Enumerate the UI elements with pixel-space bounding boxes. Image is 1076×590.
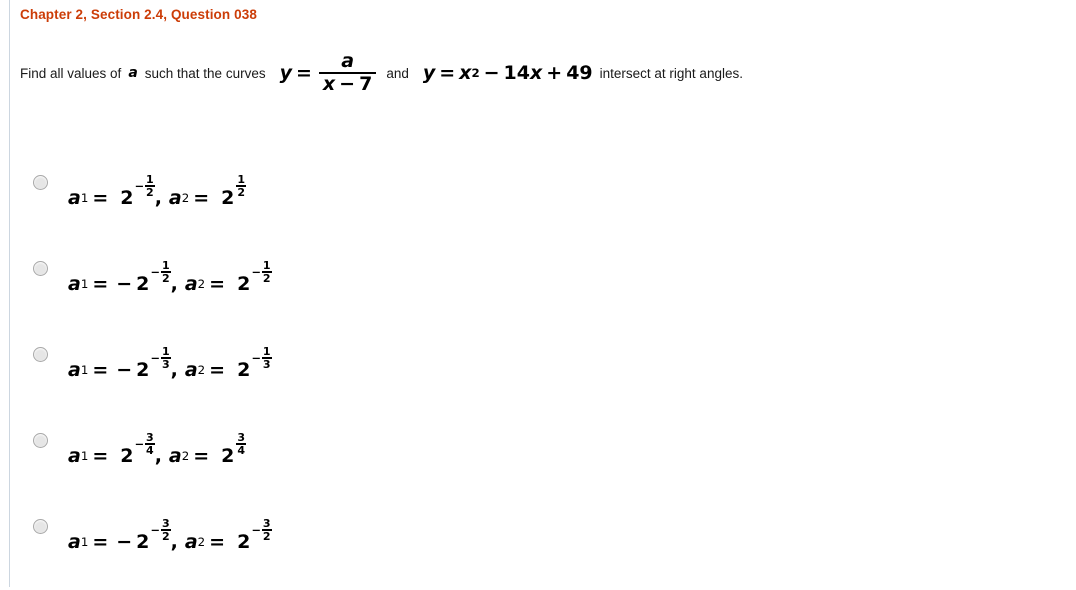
- prompt-conjunction: and: [386, 65, 409, 81]
- prompt-lead: Find all values of: [20, 65, 122, 81]
- option-2-math: a1 = −2−1 2 , a2 = 2−1 2: [68, 259, 272, 295]
- radio-button-option-2[interactable]: [33, 261, 48, 276]
- option-row[interactable]: a1 = −2−1 2 , a2 = 2−1 2: [20, 246, 1000, 332]
- option-4-math: a1 = 2−3 4 , a2 = 234: [68, 431, 247, 467]
- equation-one: y = a x −7: [280, 52, 380, 94]
- left-divider: [9, 0, 10, 587]
- fraction-denominator: x −7: [322, 73, 373, 95]
- question-prompt: Find all values of a such that the curve…: [20, 52, 743, 94]
- prompt-tail: intersect at right angles.: [599, 65, 743, 81]
- prompt-variable: a: [128, 65, 138, 81]
- option-row[interactable]: a1 = 2−1 2 , a2 = 212: [20, 160, 1000, 246]
- radio-button-option-5[interactable]: [33, 519, 48, 534]
- option-row[interactable]: a1 = −2−1 3 , a2 = 2−1 3: [20, 332, 1000, 418]
- page-title: Chapter 2, Section 2.4, Question 038: [20, 7, 257, 22]
- fraction-a-over-x-minus-7: a x −7: [318, 50, 377, 95]
- option-5-math: a1 = −2−3 2 , a2 = 2−3 2: [68, 517, 272, 553]
- radio-button-option-4[interactable]: [33, 433, 48, 448]
- radio-button-option-3[interactable]: [33, 347, 48, 362]
- radio-button-option-1[interactable]: [33, 175, 48, 190]
- equation-two: y = x2 − 14 x + 49: [422, 62, 593, 84]
- answer-options: a1 = 2−1 2 , a2 = 212 a1 = −2−1 2 , a2 = 2…: [20, 160, 1000, 590]
- prompt-middle: such that the curves: [144, 65, 266, 81]
- fraction-numerator: a: [341, 50, 355, 72]
- option-3-math: a1 = −2−1 3 , a2 = 2−1 3: [68, 345, 272, 381]
- option-row[interactable]: a1 = 2−3 4 , a2 = 234: [20, 418, 1000, 504]
- option-1-math: a1 = 2−1 2 , a2 = 212: [68, 173, 247, 209]
- question-page: Chapter 2, Section 2.4, Question 038 Fin…: [20, 0, 1076, 587]
- option-row[interactable]: a1 = −2−3 2 , a2 = 2−3 2: [20, 504, 1000, 590]
